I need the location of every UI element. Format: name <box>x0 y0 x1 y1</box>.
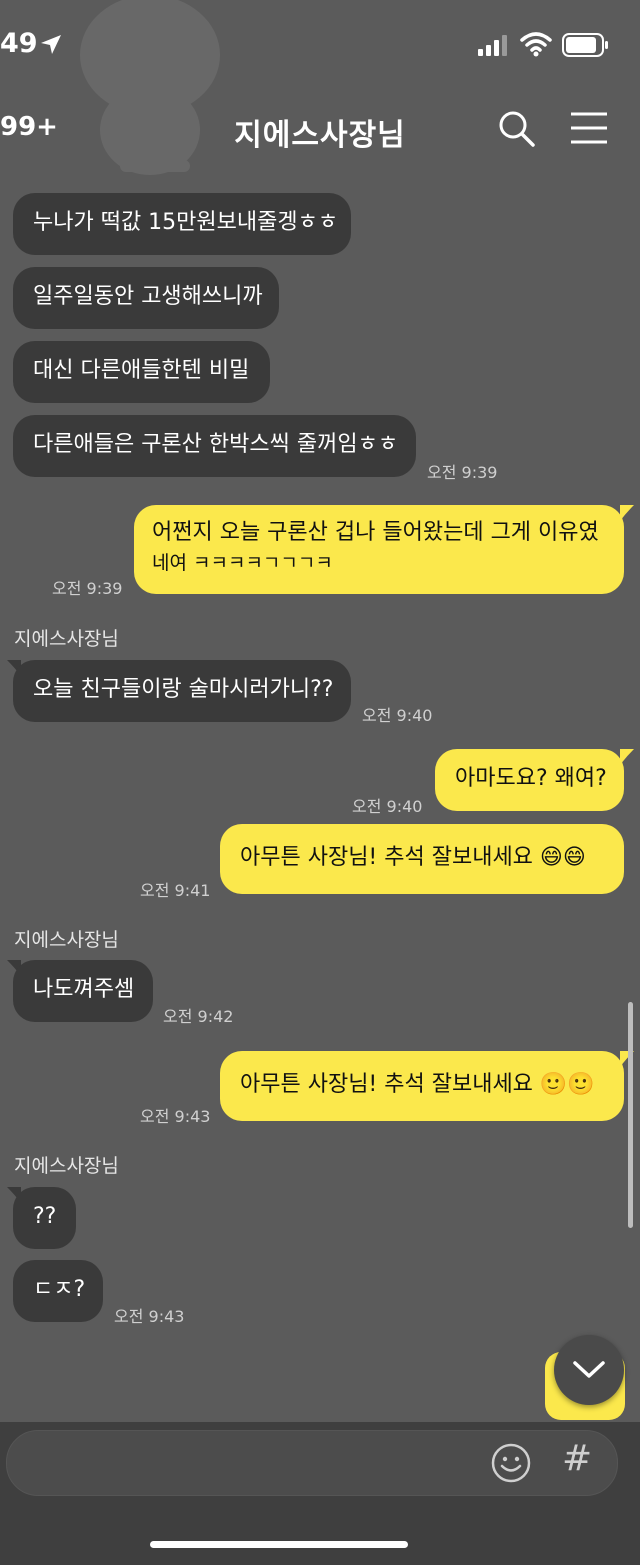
incoming-message[interactable]: ㄷㅈ? <box>13 1260 103 1322</box>
bubble-tail <box>620 505 634 521</box>
hashtag-search-button[interactable]: # <box>562 1438 592 1479</box>
menu-icon[interactable] <box>568 108 610 148</box>
sender-name: 지에스사장님 <box>14 929 119 951</box>
search-icon[interactable] <box>496 108 536 148</box>
message-timestamp: 오전 9:39 <box>427 463 498 482</box>
message-timestamp: 오전 9:40 <box>362 706 433 725</box>
incoming-message[interactable]: 다른애들은 구론산 한박스씩 줄꺼임ㅎㅎ <box>13 415 416 477</box>
incoming-message[interactable]: 누나가 떡값 15만원보내줄겡ㅎㅎ <box>13 193 351 255</box>
outgoing-message[interactable]: 아무튼 사장님! 추석 잘보내세요 😄😄 <box>220 824 624 894</box>
message-timestamp: 오전 9:42 <box>163 1007 234 1026</box>
scrollbar[interactable] <box>628 1002 633 1228</box>
location-arrow-icon <box>41 35 61 54</box>
message-timestamp: 오전 9:43 <box>114 1307 185 1326</box>
wifi-icon <box>520 32 552 57</box>
chat-header: 99+ 지에스사장님 <box>0 92 640 172</box>
status-time: 49 <box>0 28 38 59</box>
outgoing-message[interactable]: 어쩐지 오늘 구론산 겁나 들어왔는데 그게 이유였 네여 ㅋㅋㅋㅋㄱㄱㄱㅋ <box>134 505 624 594</box>
chat-title: 지에스사장님 <box>234 118 406 153</box>
message-timestamp: 오전 9:39 <box>52 579 123 598</box>
emoji-icon[interactable] <box>490 1442 532 1484</box>
message-timestamp: 오전 9:41 <box>140 881 211 900</box>
sender-name: 지에스사장님 <box>14 628 119 650</box>
sender-name: 지에스사장님 <box>14 1155 119 1177</box>
message-line: 어쩐지 오늘 구론산 겁나 들어왔는데 그게 이유였 <box>152 520 599 545</box>
home-indicator <box>150 1541 408 1548</box>
battery-icon <box>562 33 608 57</box>
message-timestamp: 오전 9:40 <box>352 797 423 816</box>
incoming-message[interactable]: 일주일동안 고생해쓰니까 <box>13 267 279 329</box>
chevron-down-icon <box>573 1361 605 1378</box>
bubble-tail <box>620 749 634 765</box>
outgoing-message[interactable]: 아마도요? 왜여? <box>435 749 624 811</box>
incoming-message[interactable]: ?? <box>13 1187 76 1249</box>
status-bar: 49 <box>0 0 640 92</box>
message-timestamp: 오전 9:43 <box>140 1107 211 1126</box>
scroll-down-button[interactable] <box>554 1335 624 1405</box>
outgoing-message[interactable]: 아무튼 사장님! 추석 잘보내세요 🙂🙂 <box>220 1051 624 1121</box>
signal-icon <box>478 35 507 56</box>
incoming-message[interactable]: 오늘 친구들이랑 술마시러가니?? <box>13 660 351 722</box>
message-line: 네여 ㅋㅋㅋㅋㄱㄱㄱㅋ <box>152 552 333 574</box>
incoming-message[interactable]: 나도껴주셈 <box>13 960 153 1022</box>
incoming-message[interactable]: 대신 다른애들한텐 비밀 <box>13 341 270 403</box>
